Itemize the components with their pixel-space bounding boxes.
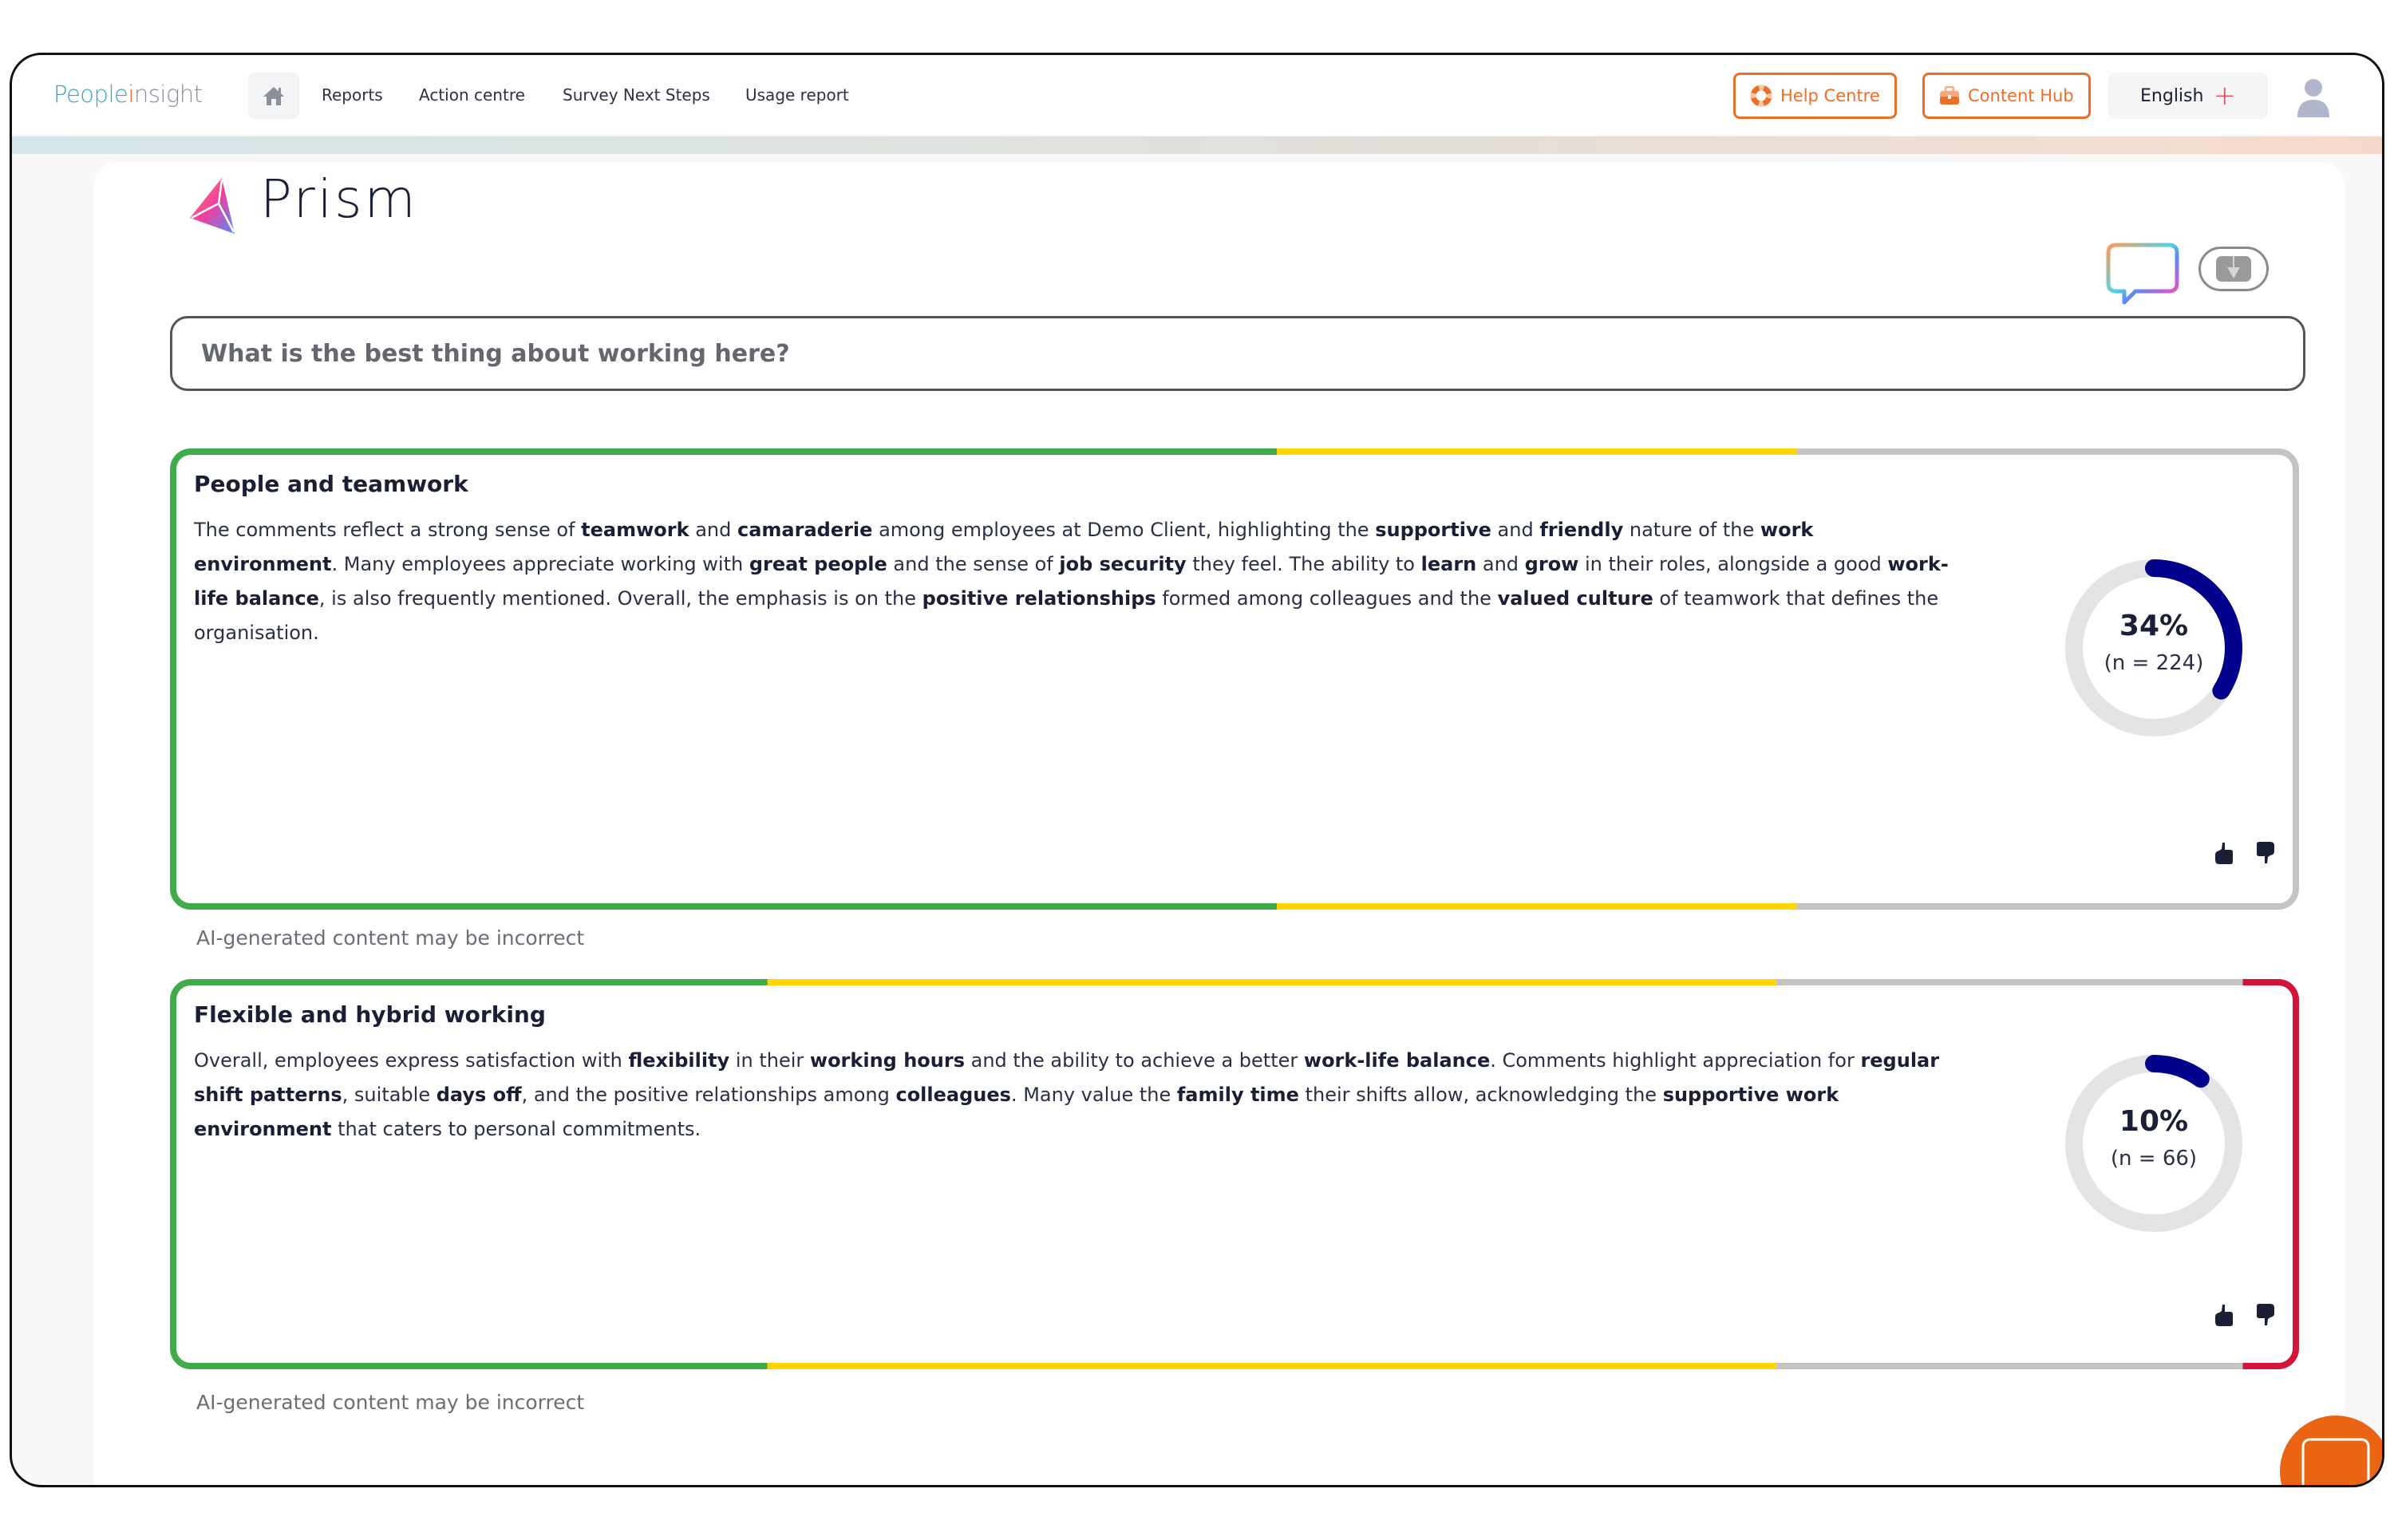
keyword-highlight: great people	[749, 553, 887, 575]
summary-text: among employees at Demo Client, highligh…	[872, 519, 1376, 541]
nav-link-survey-next-steps[interactable]: Survey Next Steps	[563, 85, 710, 105]
keyword-highlight: flexibility	[628, 1049, 730, 1072]
keyword-highlight: friendly	[1539, 519, 1624, 541]
percentage-donut: 34% (n = 224)	[2058, 552, 2250, 744]
home-icon	[263, 87, 284, 105]
plus-icon: +	[2213, 80, 2236, 112]
keyword-highlight: job security	[1059, 553, 1187, 575]
theme-summary: The comments reflect a strong sense of t…	[194, 513, 1950, 650]
summary-text: . Comments highlight appreciation for	[1490, 1049, 1861, 1072]
keyword-highlight: working hours	[809, 1049, 965, 1072]
border-left-positive	[170, 979, 192, 1369]
nav-link-action-centre[interactable]: Action centre	[419, 85, 525, 105]
question-field[interactable]: What is the best thing about working her…	[170, 316, 2305, 391]
summary-text: and	[1491, 519, 1540, 541]
keyword-highlight: work-life balance	[1303, 1049, 1491, 1072]
thumbs-up-icon[interactable]	[2213, 1303, 2234, 1327]
keyword-highlight: teamwork	[581, 519, 689, 541]
logo-text-insight: nsight	[133, 81, 203, 108]
prism-logo-icon	[190, 178, 235, 234]
chat-bubble-icon[interactable]	[2105, 242, 2182, 309]
keyword-highlight: supportive	[1375, 519, 1491, 541]
theme-summary: Overall, employees express satisfaction …	[194, 1044, 1950, 1147]
download-button[interactable]	[2198, 247, 2269, 291]
donut-n-label: (n = 224)	[2104, 651, 2204, 675]
keyword-highlight: days off	[436, 1084, 522, 1106]
border-right-unrated	[2277, 448, 2299, 910]
header-gradient-strip	[12, 136, 2382, 154]
download-icon	[2216, 256, 2251, 282]
user-avatar-icon[interactable]	[2296, 77, 2331, 117]
summary-text: The comments reflect a strong sense of	[194, 519, 582, 541]
lifebuoy-icon	[1750, 85, 1772, 107]
summary-text: formed among colleagues and the	[1156, 587, 1498, 610]
percentage-donut: 10% (n = 66)	[2058, 1048, 2250, 1239]
theme-title: People and teamwork	[194, 471, 468, 497]
summary-text: . Many value the	[1010, 1084, 1177, 1106]
border-left-positive	[170, 448, 192, 910]
nav-link-usage-report[interactable]: Usage report	[745, 85, 849, 105]
summary-text: they feel. The ability to	[1186, 553, 1421, 575]
summary-text: and the ability to achieve a better	[964, 1049, 1304, 1072]
top-nav: Peopleinsight Reports Action centre Surv…	[12, 55, 2382, 135]
summary-text: and	[689, 519, 737, 541]
help-centre-label: Help Centre	[1780, 86, 1880, 105]
keyword-highlight: grow	[1524, 553, 1579, 575]
keyword-highlight: valued culture	[1497, 587, 1653, 610]
chat-icon	[2301, 1438, 2370, 1485]
donut-chart	[2065, 1055, 2242, 1232]
summary-text: their shifts allow, acknowledging the	[1298, 1084, 1663, 1106]
feedback-controls	[2213, 841, 2277, 865]
ai-disclaimer: AI-generated content may be incorrect	[196, 1391, 585, 1414]
logo-text-i: i	[128, 81, 134, 108]
ai-disclaimer: AI-generated content may be incorrect	[196, 926, 585, 950]
prism-title: Prism	[260, 168, 418, 230]
theme-card: Flexible and hybrid working Overall, emp…	[170, 979, 2299, 1369]
nav-link-reports[interactable]: Reports	[322, 85, 383, 105]
donut-track	[2065, 1055, 2242, 1232]
summary-text: , is also frequently mentioned. Overall,…	[318, 587, 922, 610]
summary-text: and	[1476, 553, 1525, 575]
summary-text: in their roles, alongside a good	[1578, 553, 1888, 575]
summary-text: that caters to personal commitments.	[331, 1118, 701, 1140]
keyword-highlight: family time	[1176, 1084, 1299, 1106]
peopleinsight-logo[interactable]: Peopleinsight	[53, 81, 203, 108]
summary-text: nature of the	[1623, 519, 1760, 541]
help-centre-button[interactable]: Help Centre	[1733, 73, 1897, 119]
app-window: Peopleinsight Reports Action centre Surv…	[10, 53, 2384, 1487]
home-button[interactable]	[248, 73, 299, 119]
summary-text: , suitable	[342, 1084, 437, 1106]
summary-text: and the sense of	[887, 553, 1060, 575]
feedback-controls	[2213, 1303, 2277, 1327]
keyword-highlight: learn	[1420, 553, 1477, 575]
border-right-negative	[2277, 979, 2299, 1369]
keyword-highlight: camaraderie	[737, 519, 873, 541]
thumbs-down-icon[interactable]	[2256, 1303, 2277, 1327]
donut-percent-label: 10%	[2119, 1105, 2189, 1138]
keyword-highlight: positive relationships	[922, 587, 1156, 610]
logo-text-people: People	[53, 81, 128, 108]
briefcase-icon	[1940, 86, 1959, 105]
theme-title: Flexible and hybrid working	[194, 1001, 546, 1028]
summary-text: in their	[729, 1049, 810, 1072]
summary-text: , and the positive relationships among	[521, 1084, 896, 1106]
summary-text: . Many employees appreciate working with	[331, 553, 749, 575]
prism-panel: Prism What is the best thing about worki…	[94, 162, 2345, 1485]
summary-text: Overall, employees express satisfaction …	[194, 1049, 629, 1072]
keyword-highlight: colleagues	[895, 1084, 1011, 1106]
donut-chart	[2065, 559, 2242, 736]
donut-n-label: (n = 66)	[2110, 1147, 2198, 1171]
content-hub-label: Content Hub	[1968, 86, 2074, 105]
language-selector[interactable]: English +	[2108, 73, 2268, 119]
content-hub-button[interactable]: Content Hub	[1922, 73, 2091, 119]
language-label: English	[2140, 85, 2204, 106]
donut-percent-label: 34%	[2119, 610, 2189, 642]
thumbs-up-icon[interactable]	[2213, 841, 2234, 865]
thumbs-down-icon[interactable]	[2256, 841, 2277, 865]
theme-card: People and teamwork The comments reflect…	[170, 448, 2299, 910]
